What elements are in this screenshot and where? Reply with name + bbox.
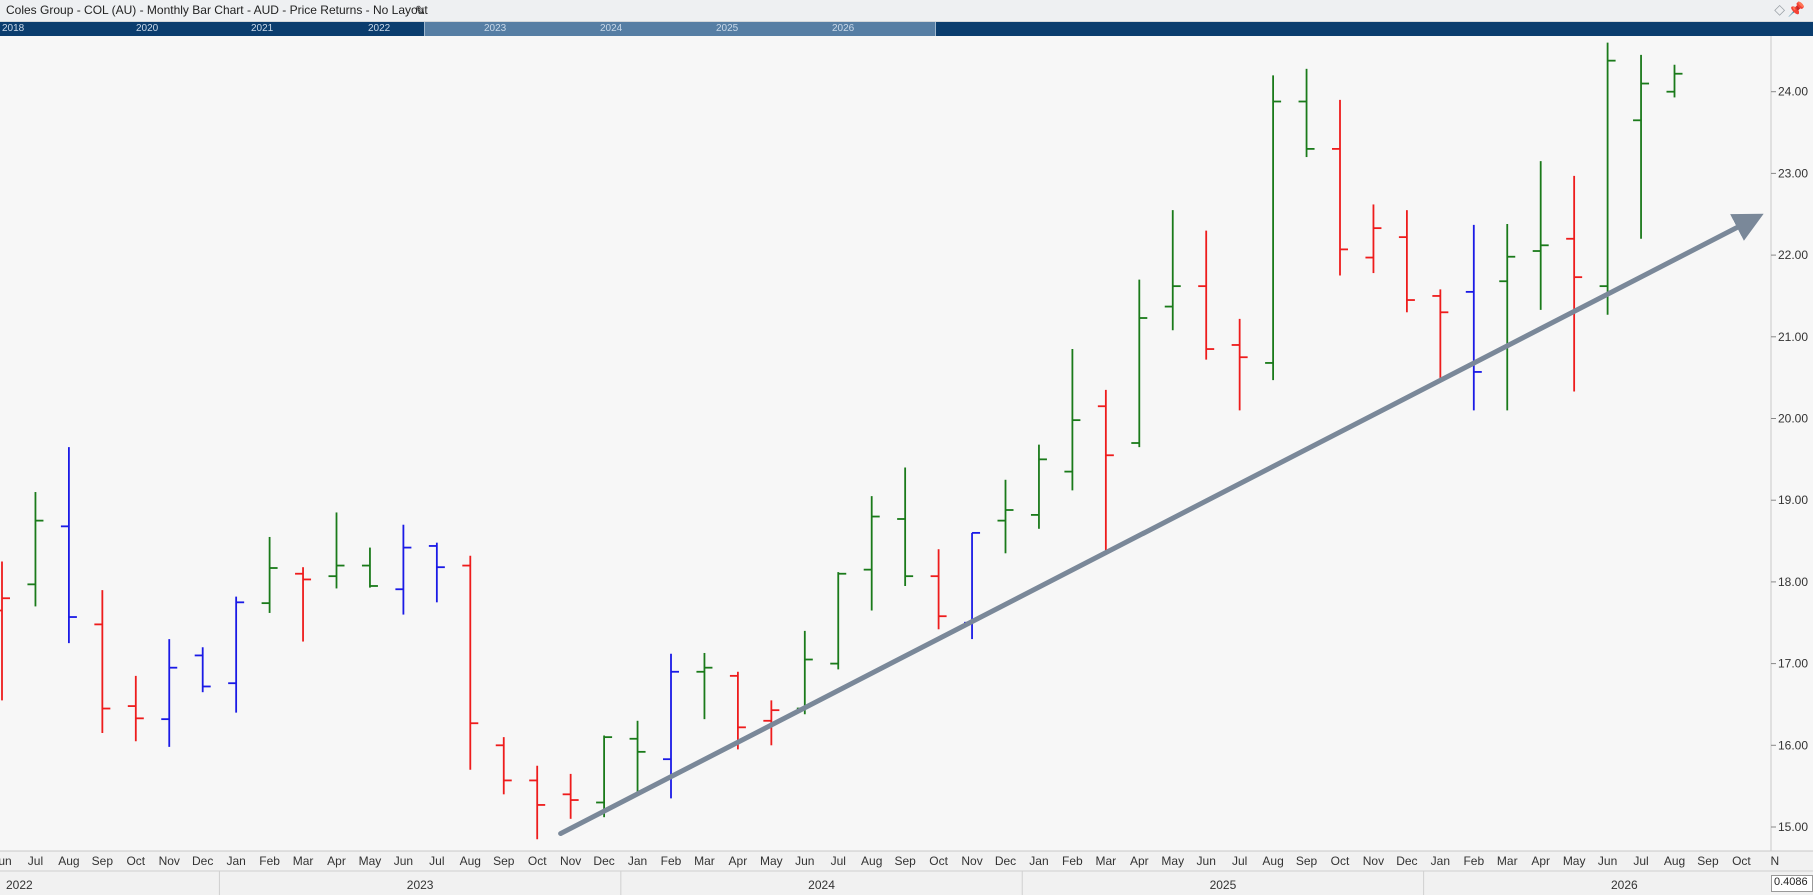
x-month-label: Aug (58, 854, 79, 868)
x-month-label: Aug (861, 854, 882, 868)
y-tick-label: 19.00 (1778, 493, 1808, 507)
x-month-label: Mar (293, 854, 314, 868)
x-month-label: Jun (1197, 854, 1216, 868)
last-price-tag: 0.4086 (1771, 875, 1813, 892)
y-tick-label: 24.00 (1778, 85, 1808, 99)
y-axis-panel (1771, 36, 1813, 851)
x-month-label: Oct (1331, 854, 1350, 868)
x-month-label: Sep (92, 854, 114, 868)
x-month-label: Nov (159, 854, 180, 868)
x-month-label: Mar (1096, 854, 1117, 868)
x-month-label: Sep (1697, 854, 1719, 868)
x-month-label: Jul (1232, 854, 1247, 868)
x-month-label: Jul (1633, 854, 1648, 868)
navigator-year-2024: 2024 (600, 23, 623, 34)
x-month-label: Jun (394, 854, 413, 868)
x-month-label: Nov (560, 854, 581, 868)
x-month-label: Oct (126, 854, 145, 868)
x-month-label: Sep (894, 854, 916, 868)
x-month-label: Feb (661, 854, 682, 868)
x-month-label: Aug (460, 854, 481, 868)
x-month-label: N (1771, 854, 1780, 868)
x-month-label: Apr (1531, 854, 1550, 868)
x-month-label: Oct (1732, 854, 1751, 868)
x-year-label: 2023 (407, 878, 434, 892)
x-month-label: Dec (995, 854, 1016, 868)
x-month-label: Dec (1396, 854, 1417, 868)
navigator-year-2021: 2021 (251, 23, 274, 34)
y-tick-label: 15.00 (1778, 820, 1808, 834)
price-chart[interactable]: 15.00 16.00 17.00 18.00 19.00 20.00 21.00 22.00… (0, 36, 1813, 895)
x-year-label: 2024 (808, 878, 835, 892)
diamond-icon[interactable]: ◇ (1774, 1, 1785, 18)
x-month-label: Sep (493, 854, 515, 868)
pencil-icon[interactable]: ✎ (415, 3, 426, 19)
x-month-label: Oct (528, 854, 547, 868)
x-month-label: Feb (1062, 854, 1083, 868)
navigator-year-2026: 2026 (832, 23, 855, 34)
x-month-label: Dec (593, 854, 614, 868)
x-month-label: Jan (1029, 854, 1048, 868)
chart-title: Coles Group - COL (AU) - Monthly Bar Cha… (6, 3, 428, 17)
navigator-year-2018: 2018 (2, 23, 25, 34)
y-tick-label: 16.00 (1778, 738, 1808, 752)
x-month-label: Jul (429, 854, 444, 868)
x-month-label: May (760, 854, 783, 868)
x-month-label: May (1563, 854, 1586, 868)
y-tick-label: 17.00 (1778, 657, 1808, 671)
x-month-label: May (359, 854, 382, 868)
x-month-label: Jun (0, 854, 12, 868)
x-month-label: Aug (1262, 854, 1283, 868)
navigator-year-2022: 2022 (368, 23, 391, 34)
x-month-label: Apr (729, 854, 748, 868)
x-month-label: Jan (628, 854, 647, 868)
title-bar: Coles Group - COL (AU) - Monthly Bar Cha… (0, 0, 1813, 22)
x-month-label: Feb (259, 854, 280, 868)
x-month-label: Apr (327, 854, 346, 868)
x-month-label: Sep (1296, 854, 1318, 868)
navigator-year-2025: 2025 (716, 23, 739, 34)
x-month-label: Apr (1130, 854, 1149, 868)
x-month-label: May (1161, 854, 1184, 868)
x-month-label: Nov (1363, 854, 1384, 868)
x-year-label: 2025 (1210, 878, 1237, 892)
y-tick-label: 20.00 (1778, 412, 1808, 426)
x-month-label: Aug (1664, 854, 1685, 868)
x-month-label: Jul (831, 854, 846, 868)
y-tick-label: 22.00 (1778, 248, 1808, 262)
plot-area[interactable] (0, 36, 1771, 851)
x-year-label: 2022 (6, 878, 33, 892)
x-month-label: Nov (961, 854, 982, 868)
x-month-label: Jun (795, 854, 814, 868)
y-tick-label: 23.00 (1778, 166, 1808, 180)
pin-icon[interactable]: 📌 (1788, 1, 1805, 18)
navigator-year-2023: 2023 (484, 23, 507, 34)
x-month-label: Jun (1598, 854, 1617, 868)
y-tick-label: 18.00 (1778, 575, 1808, 589)
y-tick-label: 21.00 (1778, 330, 1808, 344)
x-month-label: Jan (1431, 854, 1450, 868)
x-month-label: Jan (226, 854, 245, 868)
x-month-label: Oct (929, 854, 948, 868)
x-month-label: Mar (694, 854, 715, 868)
x-month-label: Mar (1497, 854, 1518, 868)
x-month-label: Dec (192, 854, 213, 868)
x-month-label: Feb (1463, 854, 1484, 868)
navigator-year-2020: 2020 (136, 23, 159, 34)
x-month-label: Jul (28, 854, 43, 868)
x-year-label: 2026 (1611, 878, 1638, 892)
